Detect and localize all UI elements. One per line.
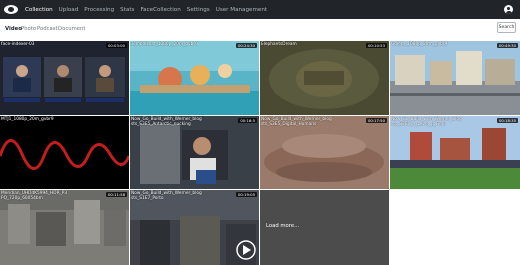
video-duration: 00:03:00 <box>105 43 127 48</box>
video-title: Now_Go_Build_with_Werner_blog sts_S3E5_D… <box>261 117 332 127</box>
nav-stats[interactable]: Stats <box>120 7 134 13</box>
video-tile[interactable]: Now_Go_Build_with_Werner_blog sts_S3E6_A… <box>390 116 520 189</box>
video-title: Now_Go_Build_with_Werner_blog sts_S3E6_A… <box>391 117 462 127</box>
video-duration: 00:24:30 <box>235 43 257 48</box>
video-duration: 00:17:50 <box>365 118 387 123</box>
video-thumbnail <box>390 41 520 115</box>
video-title: MTJ1_1080p_20m_gvbr9 <box>1 117 54 122</box>
video-title: Now_Go_Build_with_Werner_blog sts_S3E5_A… <box>131 117 202 127</box>
video-tile[interactable]: face-indexer-03 00:03:00 <box>0 41 129 115</box>
nav-processing[interactable]: Processing <box>84 7 114 13</box>
nav-user-management[interactable]: User Management <box>216 7 267 13</box>
video-thumbnail <box>260 41 389 115</box>
video-tile[interactable]: Now_Go_Build_with_Werner_blog sts_S3E5_A… <box>130 116 259 189</box>
video-duration: 00:18:35 <box>496 118 518 123</box>
video-title: Now_Go_Build_with_Werner_blog sts_S1E7_P… <box>131 191 202 201</box>
video-duration: 00:11:58 <box>105 192 127 197</box>
video-thumbnail <box>130 190 259 265</box>
search-button[interactable]: Search <box>497 22 516 33</box>
load-more-label: Load more... <box>266 223 300 229</box>
eye-logo-icon[interactable] <box>4 4 18 15</box>
video-tile[interactable]: TumbleLeaf_1080p_20m_gvbr9 00:24:30 <box>130 41 259 115</box>
tab-photo[interactable]: Photo <box>21 26 36 32</box>
top-navbar: Collection Upload Processing Stats FaceC… <box>0 0 520 19</box>
nav-facecollection[interactable]: FaceCollection <box>140 7 180 13</box>
video-thumbnail <box>0 190 129 265</box>
video-title: Meridian_UHD4K5994_HDR_P3 PQ_720p_60054b… <box>1 191 68 201</box>
video-title: TumbleLeaf_1080p_20m_gvbr9 <box>131 42 198 47</box>
video-title: Goleta_1080p_20m_gvbr9 <box>391 42 448 47</box>
video-tile[interactable]: Now_Go_Build_with_Werner_blog sts_S1E7_P… <box>130 190 259 265</box>
video-tile[interactable]: Meridian_UHD4K5994_HDR_P3 PQ_720p_60054b… <box>0 190 129 265</box>
video-tile[interactable]: MTJ1_1080p_20m_gvbr9 <box>0 116 129 189</box>
video-thumbnail <box>0 41 129 115</box>
user-circle-icon[interactable] <box>504 5 513 14</box>
video-thumbnail <box>0 116 129 189</box>
nav-upload[interactable]: Upload <box>59 7 79 13</box>
tab-podcast[interactable]: Podcast <box>37 26 58 32</box>
tab-document[interactable]: Document <box>58 26 85 32</box>
video-duration: 00:49:30 <box>496 43 518 48</box>
video-tile[interactable]: Now_Go_Build_with_Werner_blog sts_S3E5_D… <box>260 116 389 189</box>
nav-collection[interactable]: Collection <box>25 7 53 13</box>
nav-settings[interactable]: Settings <box>187 7 210 13</box>
video-title: face-indexer-03 <box>1 42 35 47</box>
video-duration: 00:16:5 <box>238 118 257 123</box>
video-duration: 00:10:53 <box>365 43 387 48</box>
video-tile[interactable]: Goleta_1080p_20m_gvbr9 00:49:30 <box>390 41 520 115</box>
video-thumbnail <box>130 41 259 115</box>
tab-video[interactable]: Video <box>5 26 22 32</box>
load-more-button[interactable]: Load more... <box>260 190 389 265</box>
video-duration: 00:19:05 <box>235 192 257 197</box>
video-title: ElephantsDream <box>261 42 297 47</box>
video-tile[interactable]: ElephantsDream 00:10:53 <box>260 41 389 115</box>
